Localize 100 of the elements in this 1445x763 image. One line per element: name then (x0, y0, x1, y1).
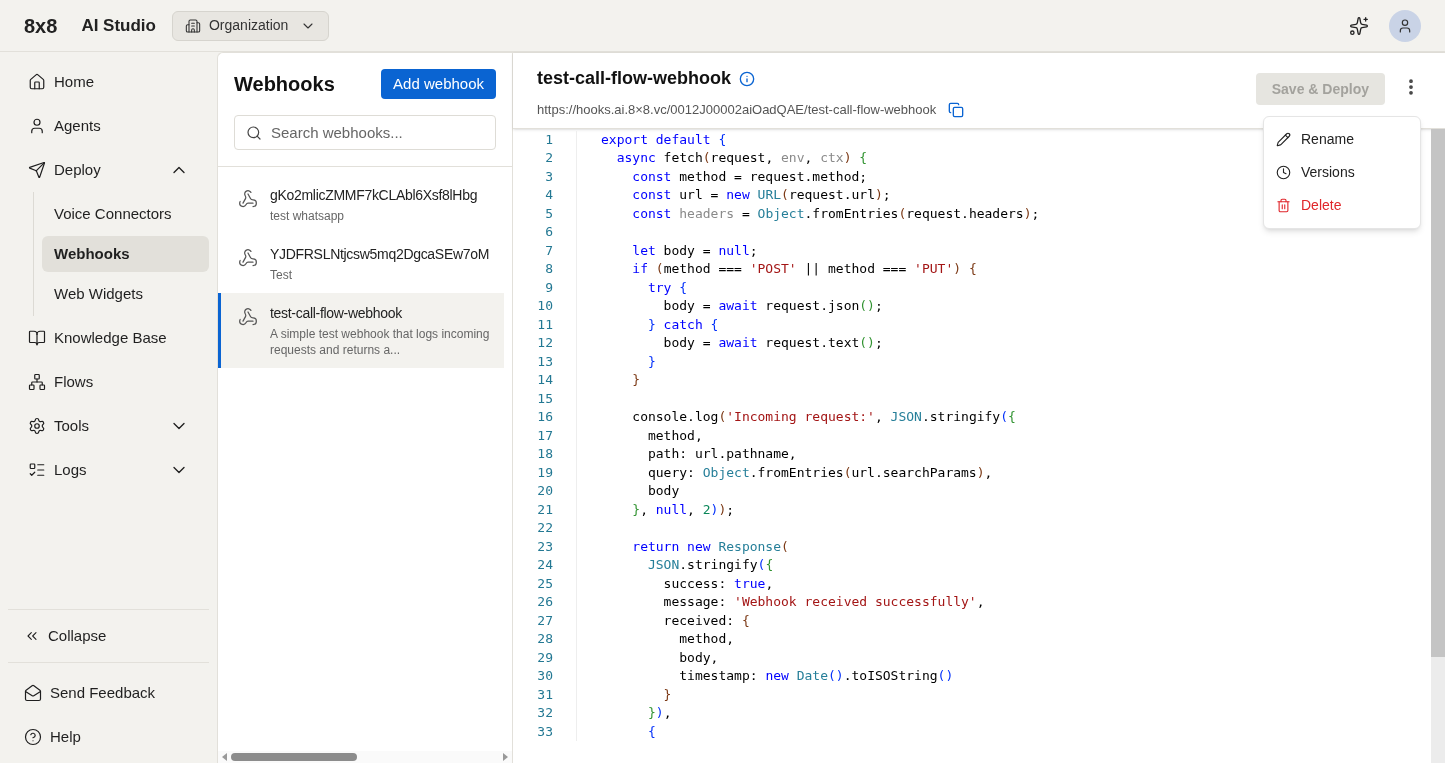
line-number: 21 (536, 500, 553, 519)
line-number: 29 (536, 648, 553, 667)
code-line: timestamp: new Date().toISOString() (678, 667, 954, 685)
code-line: }, null, 2)); (631, 500, 735, 519)
code-line: } (662, 685, 672, 704)
menu-item[interactable]: Versions (1264, 156, 1420, 189)
code-line: success: true, (662, 574, 774, 593)
code-line: body (646, 482, 680, 500)
webhook-icon (238, 248, 258, 268)
horizontal-scrollbar[interactable] (218, 751, 512, 763)
webhook-name: gKo2mlicZMMF7kCLAbl6Xsf8lHbg (270, 186, 478, 205)
code-line: JSON.stringify({ (646, 556, 774, 574)
nav-item[interactable]: Tools (12, 404, 205, 448)
menu-item[interactable]: Rename (1264, 123, 1420, 156)
webhook-title: test-call-flow-webhook (537, 67, 731, 90)
code-line: } catch { (646, 315, 719, 334)
search-icon (246, 125, 262, 141)
info-icon[interactable] (739, 70, 755, 87)
line-number: 7 (544, 241, 553, 260)
nav-subitem[interactable]: Web Widgets (42, 276, 209, 312)
home-icon (28, 73, 46, 91)
code-line: body, (678, 648, 719, 667)
webhook-name: test-call-flow-webhook (270, 304, 403, 323)
line-number: 14 (536, 371, 553, 389)
nav-item[interactable]: Flows (12, 360, 205, 404)
code-line: return new Response( (631, 537, 789, 556)
webhook-description: A simple test webhook that logs incoming requests and returns a... (270, 326, 491, 358)
line-number: 15 (536, 389, 553, 408)
line-number: 28 (536, 630, 553, 648)
trash-icon (1276, 198, 1291, 213)
line-number: 5 (544, 204, 553, 223)
organization-dropdown[interactable]: Organization (172, 10, 330, 41)
code-line: { (646, 722, 656, 741)
line-number: 13 (536, 352, 553, 371)
code-line: async fetch(request, env, ctx) { (615, 149, 868, 167)
code-line: }), (646, 704, 672, 722)
feedback-link[interactable]: Send Feedback (8, 671, 209, 715)
nav-subitem[interactable]: Voice Connectors (42, 196, 209, 232)
person-icon (1397, 17, 1413, 34)
code-line: path: url.pathname, (646, 445, 797, 463)
line-number: 6 (544, 223, 553, 241)
code-line: } (631, 371, 641, 389)
line-number: 8 (544, 260, 553, 278)
code-line: query: Object.fromEntries(url.searchParams), (646, 463, 993, 482)
line-number: 26 (536, 593, 553, 611)
webhook-list-item[interactable]: YJDFRSLNtjcsw5mq2DgcaSEw7oM Test (218, 234, 504, 293)
webhook-icon (238, 307, 258, 327)
line-number: 12 (536, 334, 553, 352)
envelope-icon (24, 684, 42, 702)
line-number: 19 (536, 463, 553, 482)
webhook-description: Test (270, 267, 293, 283)
hierarchy-icon (28, 373, 46, 391)
logo: 8x8 (24, 13, 58, 39)
copy-icon[interactable] (948, 101, 965, 118)
line-number: 4 (544, 186, 553, 204)
line-number: 25 (536, 574, 553, 593)
collapse-button[interactable]: Collapse (8, 616, 209, 656)
nav-item[interactable]: Home (12, 60, 205, 104)
nav-item[interactable]: Deploy (12, 148, 205, 192)
line-number: 32 (536, 704, 553, 722)
webhook-list-item[interactable]: test-call-flow-webhook A simple test webhook that logs incoming requests and returns a... (218, 293, 504, 368)
nav-item[interactable]: Agents (12, 104, 205, 148)
nav-subitem[interactable]: Webhooks (42, 236, 209, 272)
line-number: 16 (536, 408, 553, 426)
search-field[interactable]: Search webhooks... (234, 115, 496, 150)
add-webhook-button[interactable]: Add webhook (381, 69, 496, 99)
line-number: 31 (536, 685, 553, 704)
code-line: const headers = Object.fromEntries(request.headers); (631, 204, 1040, 223)
line-number: 1 (544, 130, 553, 149)
line-number: 30 (536, 667, 553, 685)
person-icon (28, 117, 46, 135)
line-number: 24 (536, 556, 553, 574)
code-line: const method = request.method; (631, 167, 868, 186)
code-line: try { (646, 278, 688, 297)
list-icon (28, 461, 46, 479)
code-line: console.log('Incoming request:', JSON.stringify({ (631, 408, 1016, 426)
help-icon (24, 728, 42, 746)
line-number: 11 (536, 315, 553, 334)
webhook-url: https://hooks.ai.8×8.vc/0012J00002aiOadQAE/test-call-flow-webhook (537, 101, 937, 119)
webhook-list-item[interactable]: gKo2mlicZMMF7kCLAbl6Xsf8lHbg test whatsapp (218, 175, 504, 234)
line-number: 2 (544, 149, 553, 167)
nav-item[interactable]: Knowledge Base (12, 316, 205, 360)
vertical-scrollbar[interactable] (1431, 128, 1445, 763)
code-line: message: 'Webhook received successfully', (662, 593, 985, 611)
avatar[interactable] (1389, 9, 1421, 42)
code-line: let body = null; (631, 241, 758, 260)
line-number: 3 (544, 167, 553, 186)
line-number: 10 (536, 297, 553, 315)
line-number: 27 (536, 611, 553, 630)
nav-item[interactable]: Logs (12, 448, 205, 492)
menu-item[interactable]: Delete (1264, 189, 1420, 222)
line-number: 9 (544, 278, 553, 297)
webhook-name: YJDFRSLNtjcsw5mq2DgcaSEw7oM (270, 245, 490, 264)
send-icon (28, 161, 46, 179)
code-line: if (method === 'POST' || method === 'PUT') { (631, 260, 977, 278)
code-line: const url = new URL(request.url); (631, 186, 891, 204)
sparkle-icon[interactable] (1349, 15, 1369, 36)
help-link[interactable]: Help (8, 715, 209, 759)
product-name: AI Studio (81, 14, 156, 37)
line-number: 33 (536, 722, 553, 741)
